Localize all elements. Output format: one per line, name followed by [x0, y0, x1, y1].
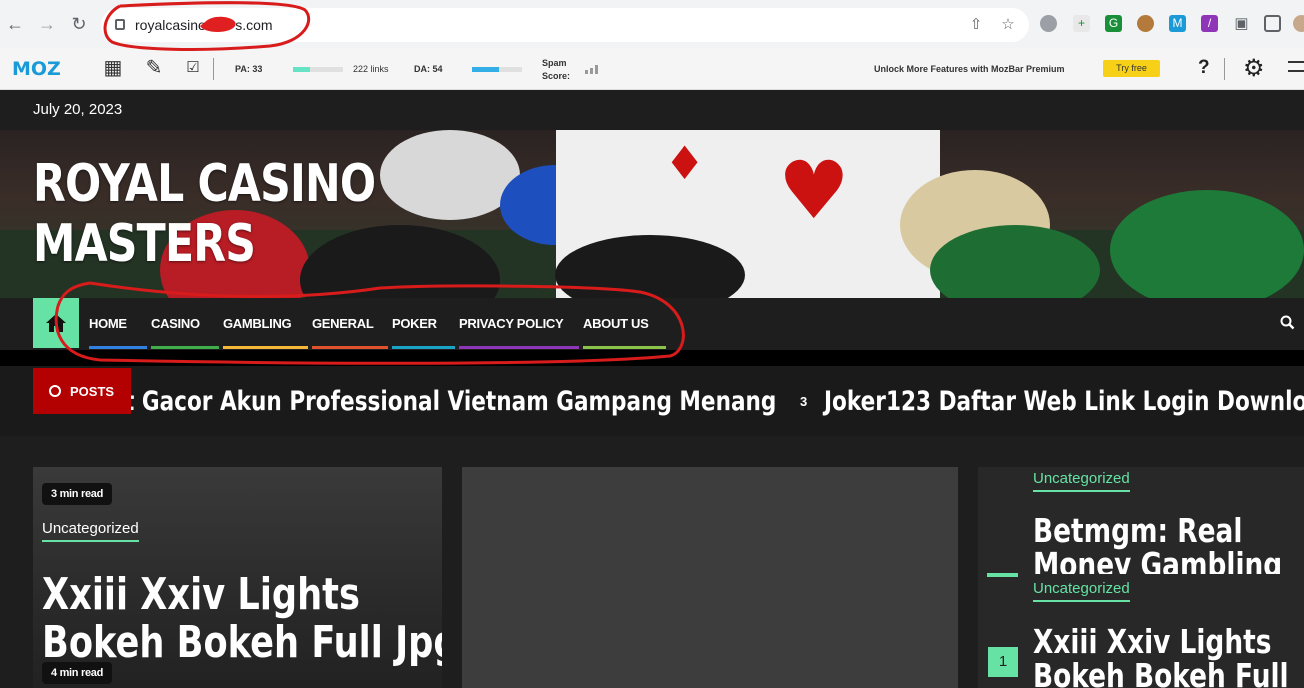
- category-link[interactable]: Uncategorized: [1033, 470, 1130, 492]
- nav-poker[interactable]: POKER: [392, 316, 437, 331]
- menu-icon[interactable]: [1288, 61, 1304, 63]
- url-text: royalcasino••••••s.com: [135, 17, 273, 33]
- divider: [213, 58, 214, 80]
- avatar[interactable]: [1293, 15, 1304, 32]
- featured-post-card[interactable]: 3 min read Uncategorized Xxiii Xxiv Ligh…: [33, 467, 442, 688]
- nav-underline: [223, 346, 308, 349]
- green-chip-stack: [1110, 190, 1304, 298]
- address-bar[interactable]: royalcasino••••••s.com ⇧ ☆: [101, 8, 1029, 42]
- pen-extension-icon[interactable]: /: [1201, 15, 1218, 32]
- sidebar-post-title[interactable]: Xxiii Xxiv Lights Bokeh Bokeh Full: [1033, 625, 1289, 688]
- spam-score-label: Spam Score:: [542, 57, 570, 83]
- grammar-extension-icon[interactable]: G: [1105, 15, 1122, 32]
- post-title[interactable]: Xxiii Xxiv Lights Bokeh Bokeh Full Jpg: [42, 571, 442, 667]
- try-free-button[interactable]: Try free: [1103, 60, 1160, 77]
- card-suit-icon: ♦: [664, 136, 706, 190]
- puzzle-extensions-icon[interactable]: ▣: [1233, 15, 1250, 32]
- sidebar-posts: Uncategorized Betmgm: Real Money Gamblin…: [978, 467, 1304, 688]
- nav-shadow: [0, 350, 1304, 366]
- page-analysis-icon[interactable]: ▦: [100, 55, 126, 81]
- sidebar-post-title[interactable]: Betmgm: Real Money Gambling: [1033, 514, 1282, 574]
- cookie-extension-icon[interactable]: [1137, 15, 1154, 32]
- post-title-line2: Bokeh Bokeh Full Jpg: [42, 617, 442, 668]
- active-indicator: [987, 573, 1018, 577]
- divider: [1224, 58, 1225, 80]
- gear-icon[interactable]: ⚙: [1243, 54, 1265, 83]
- home-icon: [46, 314, 66, 332]
- posts-ticker: POSTS t Gacor Akun Professional Vietnam …: [0, 366, 1304, 436]
- category-link[interactable]: Uncategorized: [42, 520, 139, 542]
- site-title[interactable]: ROYAL CASINO MASTERS: [33, 154, 376, 274]
- rank-badge: 1: [988, 647, 1018, 677]
- sidebar-title-line2: Bokeh Bokeh Full: [1033, 656, 1289, 688]
- home-button[interactable]: [33, 298, 79, 348]
- main-content: 3 min read Uncategorized Xxiii Xxiv Ligh…: [0, 436, 1304, 688]
- read-time-badge: 3 min read: [42, 483, 113, 505]
- moz-logo[interactable]: MOZ: [12, 58, 61, 80]
- reload-icon[interactable]: ↻: [68, 13, 90, 35]
- site-topbar: July 20, 2023: [0, 90, 1304, 130]
- sidebar-title-line1: Betmgm: Real: [1033, 514, 1243, 550]
- nav-home[interactable]: HOME: [89, 316, 127, 331]
- nav-about-us[interactable]: ABOUT US: [583, 316, 649, 331]
- moz-extension-icon[interactable]: M: [1169, 15, 1186, 32]
- nav-gambling[interactable]: GAMBLING: [223, 316, 292, 331]
- post-image-placeholder[interactable]: [462, 467, 958, 688]
- da-bar: [472, 67, 522, 72]
- site-title-line1: ROYAL CASINO: [33, 154, 376, 214]
- ticker-item-number: 3: [800, 394, 808, 409]
- header-banner: ♦ ♥ ROYAL CASINO MASTERS: [0, 130, 1304, 298]
- share-icon[interactable]: ⇧: [967, 16, 985, 34]
- white-chip-stack: [380, 130, 520, 220]
- site-title-line2: MASTERS: [33, 214, 256, 274]
- ticker-item[interactable]: t Gacor Akun Professional Vietnam Gampan…: [124, 386, 776, 417]
- keyword-icon[interactable]: ☑: [180, 55, 206, 81]
- links-label: 222 links: [353, 64, 389, 74]
- main-nav: HOME CASINO GAMBLING GENERAL POKER PRIVA…: [0, 298, 1304, 350]
- post-title-line1: Xxiii Xxiv Lights: [42, 569, 360, 620]
- nav-underline: [583, 346, 666, 349]
- nav-general[interactable]: GENERAL: [312, 316, 374, 331]
- read-time-badge: 4 min read: [42, 662, 113, 684]
- category-link[interactable]: Uncategorized: [1033, 580, 1130, 602]
- globe-extension-icon[interactable]: [1040, 15, 1057, 32]
- nav-casino[interactable]: CASINO: [151, 316, 200, 331]
- pencil-icon[interactable]: ✎: [141, 55, 167, 81]
- nav-underline: [151, 346, 219, 349]
- pa-label: PA: 33: [235, 64, 263, 74]
- heart-icon: ♥: [778, 144, 850, 237]
- circle-icon: [49, 385, 61, 397]
- mozbar: MOZ ▦ ✎ ☑ PA: 33 222 links DA: 54 Spam S…: [0, 48, 1304, 90]
- premium-text: Unlock More Features with MozBar Premium: [874, 64, 1065, 74]
- spam-score-bars-icon: [585, 65, 598, 74]
- posts-badge-label: POSTS: [70, 384, 115, 399]
- nav-underline: [459, 346, 579, 349]
- spam-label-line2: Score:: [542, 71, 571, 81]
- back-icon[interactable]: ←: [4, 13, 26, 35]
- browser-toolbar: ← → ↻ royalcasino••••••s.com ⇧ ☆ + G M /…: [0, 0, 1304, 48]
- nav-underline: [392, 346, 455, 349]
- bookmark-star-icon[interactable]: ☆: [999, 16, 1017, 34]
- sidebar-title-line1: Xxiii Xxiv Lights: [1033, 622, 1272, 661]
- nav-privacy-policy[interactable]: PRIVACY POLICY: [459, 316, 564, 331]
- menu-icon-line: [1288, 70, 1304, 72]
- spam-label-line1: Spam: [542, 58, 567, 68]
- ticker-item[interactable]: Joker123 Daftar Web Link Login Download: [824, 386, 1304, 417]
- search-icon[interactable]: [1280, 315, 1295, 330]
- nav-underline: [89, 346, 147, 349]
- pa-bar: [293, 67, 343, 72]
- posts-badge: POSTS: [33, 368, 131, 414]
- help-icon[interactable]: ?: [1198, 57, 1210, 79]
- nav-underline: [312, 346, 388, 349]
- da-label: DA: 54: [414, 64, 443, 74]
- current-date: July 20, 2023: [33, 101, 123, 118]
- sidepanel-icon[interactable]: [1264, 15, 1281, 32]
- sidebar-title-line2: Money Gambling: [1033, 545, 1283, 575]
- plus-extension-icon[interactable]: +: [1073, 15, 1090, 32]
- lock-icon: [115, 19, 125, 30]
- forward-icon[interactable]: →: [36, 13, 58, 35]
